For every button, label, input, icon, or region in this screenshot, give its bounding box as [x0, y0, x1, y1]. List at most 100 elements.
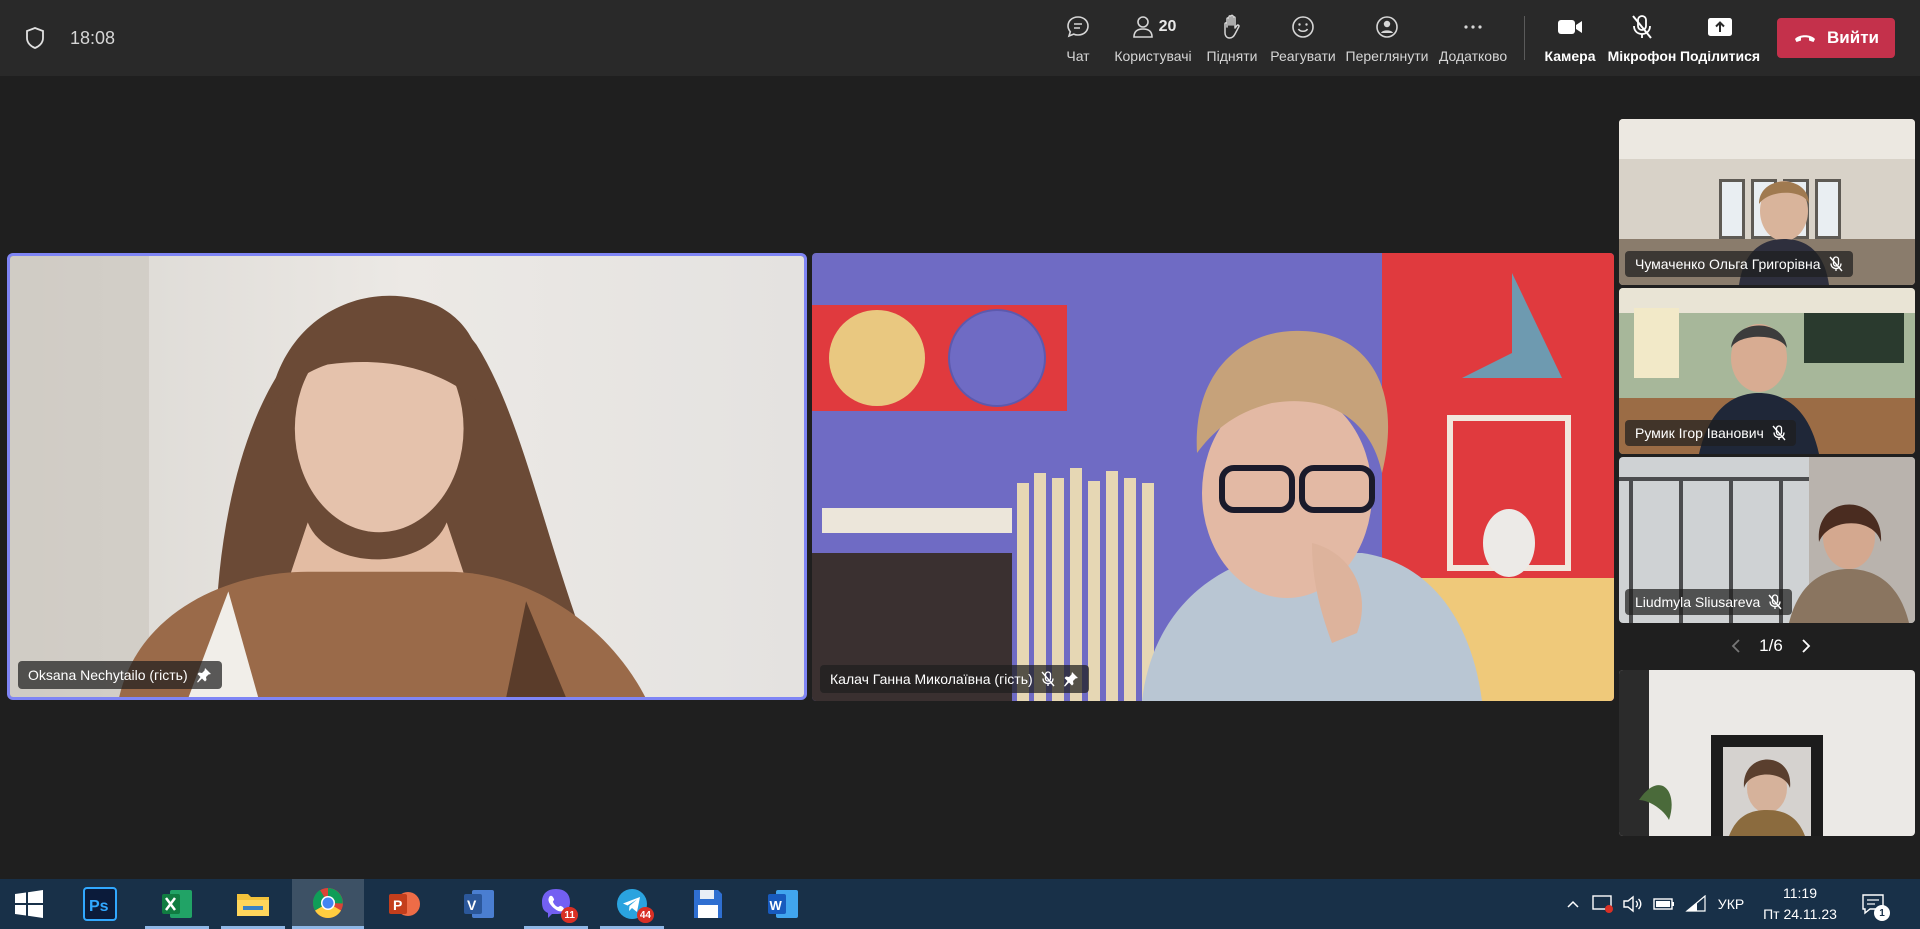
react-label: Реагувати: [1270, 48, 1336, 64]
participant-name-tag: Liudmyla Sliusareva: [1625, 589, 1793, 615]
participant-name-tag: Калач Ганна Миколаївна (гість): [820, 665, 1089, 693]
visio-icon: V: [464, 890, 494, 918]
participant-video: [812, 253, 1614, 701]
tray-volume[interactable]: [1620, 879, 1646, 929]
react-icon: [1292, 16, 1314, 38]
action-center-button[interactable]: 1: [1856, 879, 1892, 929]
chevron-left-icon: [1731, 639, 1740, 653]
microphone-button[interactable]: Мікрофон: [1608, 12, 1676, 68]
raise-hand-button[interactable]: Підняти: [1206, 12, 1258, 68]
page-indicator: 1/6: [1759, 636, 1783, 655]
more-icon: [1464, 25, 1482, 29]
tray-battery[interactable]: [1650, 879, 1678, 929]
view-label: Переглянути: [1345, 48, 1429, 64]
monitor-alert-icon: [1592, 895, 1613, 913]
gallery-tile-chumachenko[interactable]: Чумаченко Ольга Григорівна: [1619, 119, 1915, 285]
participant-name-tag: Oksana Nechytailo (гість): [18, 661, 222, 689]
tray-time: 11:19: [1783, 885, 1817, 901]
gallery-tile-rumyk[interactable]: Румик Ігор Іванович: [1619, 288, 1915, 454]
microphone-label: Мікрофон: [1607, 48, 1677, 64]
mic-off-icon: [1829, 256, 1843, 272]
mic-off-icon: [1768, 594, 1782, 610]
raise-hand-icon: [1224, 14, 1240, 39]
chat-label: Чат: [1066, 48, 1090, 64]
tray-network[interactable]: [1682, 879, 1710, 929]
mic-off-icon: [1772, 425, 1786, 441]
people-icon: [1132, 16, 1153, 38]
folder-icon: [237, 894, 269, 916]
svg-text:V: V: [467, 897, 477, 913]
pin-icon[interactable]: [196, 667, 212, 683]
toolbar-divider: [1524, 16, 1525, 60]
mic-off-icon: [1632, 15, 1652, 39]
participant-name: Oksana Nechytailo (гість): [28, 667, 188, 683]
chevron-up-icon: [1567, 900, 1579, 908]
meeting-toolbar: 18:08 Чат 20 Користувачі Підняти Реагува…: [0, 0, 1920, 76]
share-label: Поділитися: [1679, 48, 1761, 64]
tray-language[interactable]: УКР: [1712, 879, 1750, 929]
taskbar-photoshop[interactable]: Ps: [64, 879, 136, 929]
taskbar-file-explorer[interactable]: [217, 879, 289, 929]
participant-name: Чумаченко Ольга Григорівна: [1635, 256, 1821, 272]
participant-name: Liudmyla Sliusareva: [1635, 594, 1761, 610]
chat-button[interactable]: Чат: [1058, 12, 1098, 68]
gallery-pager: 1/6: [1726, 632, 1816, 660]
svg-text:P: P: [393, 897, 402, 913]
windows-icon: [15, 890, 43, 918]
share-button[interactable]: Поділитися: [1680, 12, 1760, 68]
taskbar-viber[interactable]: 11: [520, 879, 592, 929]
gallery-tile-sliusareva[interactable]: Liudmyla Sliusareva: [1619, 457, 1915, 623]
viber-unread-badge: 11: [561, 907, 578, 923]
svg-text:Ps: Ps: [89, 898, 109, 915]
taskbar-powerpoint[interactable]: P: [368, 879, 440, 929]
raise-hand-label: Підняти: [1206, 48, 1258, 64]
taskbar-chrome[interactable]: [292, 879, 364, 929]
participant-video: [1619, 670, 1915, 836]
pin-icon[interactable]: [1063, 671, 1079, 687]
mic-off-icon: [1041, 671, 1055, 687]
more-button[interactable]: Додатково: [1438, 12, 1508, 68]
excel-icon: [162, 890, 192, 918]
participant-name: Калач Ганна Миколаївна (гість): [830, 671, 1033, 687]
volume-icon: [1623, 895, 1642, 913]
chevron-right-icon: [1802, 639, 1811, 653]
video-tile-oksana[interactable]: Oksana Nechytailo (гість): [7, 253, 807, 700]
taskbar-excel[interactable]: [141, 879, 213, 929]
participant-name-tag: Чумаченко Ольга Григорівна: [1625, 251, 1853, 277]
chrome-icon: [312, 887, 343, 918]
people-label: Користувачі: [1114, 48, 1192, 64]
view-button[interactable]: Переглянути: [1346, 12, 1428, 68]
taskbar-visio[interactable]: V: [443, 879, 515, 929]
people-button[interactable]: 20 Користувачі: [1114, 12, 1192, 68]
telegram-unread-badge: 44: [636, 907, 654, 923]
participant-name-tag: Румик Ігор Іванович: [1625, 420, 1796, 446]
react-button[interactable]: Реагувати: [1270, 12, 1336, 68]
leave-label: Вийти: [1827, 28, 1879, 47]
word-icon: W: [768, 890, 798, 918]
tray-date: Пт 24.11.23: [1763, 906, 1837, 922]
svg-text:W: W: [770, 898, 783, 913]
video-tile-kalach[interactable]: Калач Ганна Миколаївна (гість): [812, 253, 1614, 701]
shield-icon[interactable]: [24, 26, 46, 50]
chat-icon: [1067, 16, 1089, 38]
next-page-button[interactable]: [1796, 636, 1816, 656]
participant-video: [10, 256, 804, 697]
view-icon: [1376, 16, 1398, 38]
floppy-icon: [694, 890, 722, 918]
leave-button[interactable]: Вийти: [1777, 18, 1895, 58]
phone-hangup-icon: [1795, 35, 1816, 42]
tray-clock[interactable]: 11:19 Пт 24.11.23: [1755, 883, 1845, 925]
taskbar-save-app[interactable]: [672, 879, 744, 929]
taskbar-telegram[interactable]: 44: [596, 879, 668, 929]
start-button[interactable]: [0, 879, 58, 929]
battery-icon: [1653, 898, 1674, 910]
show-hidden-icons-button[interactable]: [1564, 879, 1582, 929]
previous-page-button[interactable]: [1726, 636, 1746, 656]
gallery-tile-unnamed[interactable]: [1619, 670, 1915, 836]
windows-taskbar: Ps P V 11 44 W УКР 11:19 Пт 24.11.23 1: [0, 879, 1920, 929]
tray-security[interactable]: [1590, 879, 1616, 929]
camera-button[interactable]: Камера: [1542, 12, 1598, 68]
taskbar-word[interactable]: W: [747, 879, 819, 929]
share-icon: [1708, 18, 1732, 36]
participant-name: Румик Ігор Іванович: [1635, 425, 1764, 441]
